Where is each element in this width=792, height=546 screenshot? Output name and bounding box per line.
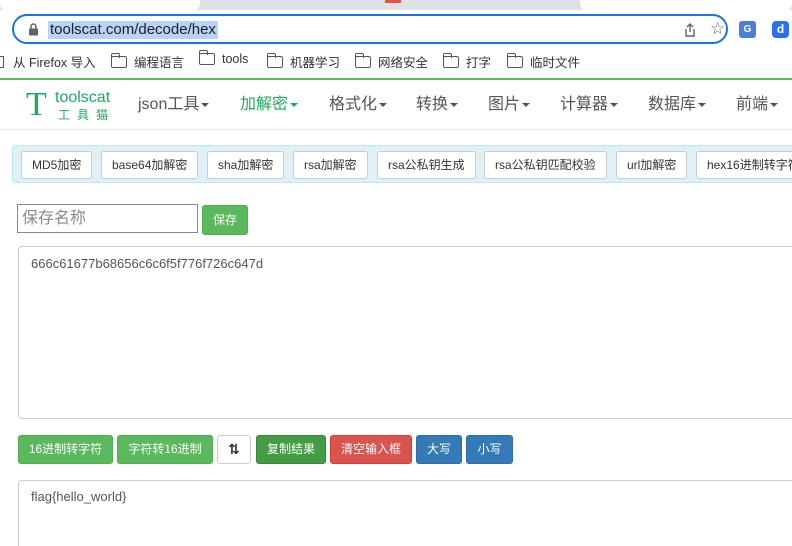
hex-input-textarea[interactable]: 666c61677b68656c6c6f5f776f726c647d bbox=[18, 246, 792, 419]
result-textarea[interactable]: flag{hello_world} bbox=[18, 480, 792, 546]
folder-icon bbox=[506, 52, 523, 68]
clear-input-button[interactable]: 清空输入框 bbox=[330, 435, 412, 464]
tool-hex[interactable]: hex16进制转字符 bbox=[696, 151, 792, 179]
caret-down-icon bbox=[770, 102, 779, 107]
translate-icon[interactable]: G bbox=[739, 21, 756, 38]
lock-icon[interactable] bbox=[28, 23, 39, 36]
tool-links-bar: MD5加密 base64加解密 sha加解密 rsa加解密 rsa公私钥生成 r… bbox=[12, 145, 792, 183]
copy-result-button[interactable]: 复制结果 bbox=[256, 435, 326, 464]
caret-down-icon bbox=[201, 102, 210, 107]
output-text: flag{hello_world} bbox=[31, 489, 127, 504]
folder-icon bbox=[198, 50, 215, 65]
bookmark-label: 网络安全 bbox=[378, 56, 429, 70]
lowercase-button[interactable]: 小写 bbox=[466, 435, 513, 464]
folder-icon bbox=[266, 52, 283, 68]
tool-base64[interactable]: base64加解密 bbox=[101, 151, 199, 179]
swap-icon[interactable]: ⇅ bbox=[217, 435, 251, 464]
nav-json-tools[interactable]: json工具 bbox=[138, 95, 210, 115]
nav-label: 前端 bbox=[736, 96, 769, 113]
nav-label: 数据库 bbox=[648, 96, 697, 113]
import-icon bbox=[0, 55, 4, 68]
bookmark-folder[interactable]: 机器学习 bbox=[266, 52, 341, 71]
share-icon[interactable] bbox=[682, 22, 698, 38]
caret-down-icon bbox=[379, 102, 388, 107]
tool-rsa-keygen[interactable]: rsa公私钥生成 bbox=[377, 151, 476, 179]
caret-down-icon bbox=[290, 102, 299, 107]
nav-label: json工具 bbox=[138, 96, 200, 113]
folder-icon bbox=[354, 52, 371, 68]
tool-sha[interactable]: sha加解密 bbox=[207, 151, 285, 179]
browser-tab-favicon bbox=[385, 0, 401, 3]
bookmark-star-icon[interactable]: ☆ bbox=[710, 19, 725, 39]
url-text[interactable]: toolscat.com/decode/hex bbox=[48, 21, 218, 39]
caret-down-icon bbox=[698, 102, 707, 107]
save-button[interactable]: 保存 bbox=[202, 205, 248, 235]
logo-name: toolscat bbox=[55, 89, 111, 106]
bookmark-label: 从 Firefox 导入 bbox=[13, 56, 96, 70]
save-name-input[interactable] bbox=[17, 204, 198, 233]
caret-down-icon bbox=[450, 102, 459, 107]
bookmarks-bar: 从 Firefox 导入 编程语言 tools 机器学习 网络安全 打字 临时文… bbox=[0, 48, 792, 74]
bookmark-label: tools bbox=[222, 52, 249, 66]
folder-icon bbox=[110, 52, 127, 68]
nav-convert[interactable]: 转换 bbox=[416, 95, 459, 115]
nav-frontend[interactable]: 前端 bbox=[736, 95, 779, 115]
tool-rsa-keycheck[interactable]: rsa公私钥匹配校验 bbox=[484, 151, 607, 179]
bookmark-label: 打字 bbox=[466, 56, 492, 70]
tool-md5[interactable]: MD5加密 bbox=[21, 151, 93, 179]
nav-format[interactable]: 格式化 bbox=[329, 95, 388, 115]
nav-database[interactable]: 数据库 bbox=[648, 95, 707, 115]
logo-subtitle: 工具猫 bbox=[58, 108, 116, 122]
bookmark-label: 机器学习 bbox=[290, 56, 341, 70]
uppercase-button[interactable]: 大写 bbox=[416, 435, 462, 464]
nav-label: 格式化 bbox=[329, 96, 378, 113]
caret-down-icon bbox=[522, 102, 531, 107]
hex-to-string-button[interactable]: 16进制转字符 bbox=[18, 435, 113, 464]
nav-image[interactable]: 图片 bbox=[488, 95, 531, 115]
site-navbar: T toolscat 工具猫 json工具 加解密 格式化 转换 图片 计算器 … bbox=[0, 80, 792, 130]
logo-letter: T bbox=[26, 86, 47, 123]
bookmark-label: 编程语言 bbox=[134, 56, 185, 70]
tool-url[interactable]: url加解密 bbox=[616, 151, 688, 179]
nav-label: 加解密 bbox=[240, 96, 289, 113]
bookmark-folder[interactable]: 编程语言 bbox=[110, 52, 185, 71]
bookmark-folder[interactable]: 网络安全 bbox=[354, 52, 429, 71]
caret-down-icon bbox=[610, 102, 619, 107]
address-bar-row: toolscat.com/decode/hex ☆ G d bbox=[0, 10, 792, 48]
input-text: 666c61677b68656c6c6f5f776f726c647d bbox=[31, 256, 264, 271]
nav-label: 计算器 bbox=[560, 96, 609, 113]
nav-label: 图片 bbox=[488, 96, 521, 113]
bookmark-folder[interactable]: 临时文件 bbox=[506, 52, 581, 71]
string-to-hex-button[interactable]: 字符转16进制 bbox=[117, 435, 213, 464]
bookmark-label: 临时文件 bbox=[530, 56, 581, 70]
bookmark-import[interactable]: 从 Firefox 导入 bbox=[0, 52, 96, 71]
nav-label: 转换 bbox=[416, 96, 449, 113]
browser-tab[interactable] bbox=[0, 0, 200, 10]
folder-icon bbox=[442, 52, 459, 68]
browser-tab[interactable] bbox=[580, 0, 792, 10]
bookmark-folder[interactable]: 打字 bbox=[442, 52, 492, 71]
nav-crypto[interactable]: 加解密 bbox=[240, 95, 299, 115]
bookmark-folder[interactable]: tools bbox=[198, 50, 249, 66]
url-bar[interactable]: toolscat.com/decode/hex ☆ bbox=[12, 14, 728, 44]
app-d-icon[interactable]: d bbox=[772, 21, 789, 38]
nav-calculator[interactable]: 计算器 bbox=[560, 95, 619, 115]
browser-tab-strip bbox=[0, 0, 792, 10]
tool-rsa[interactable]: rsa加解密 bbox=[293, 151, 368, 179]
